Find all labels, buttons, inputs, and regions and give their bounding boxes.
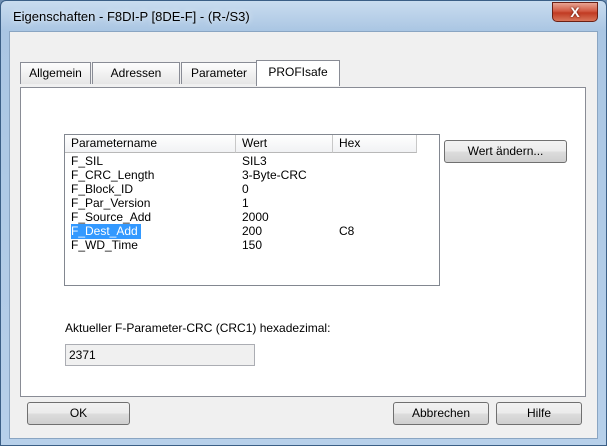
button-label: Hilfe [526, 406, 551, 420]
table-row[interactable]: F_Block_ID 0 [65, 182, 439, 197]
table-row[interactable]: F_SIL SIL3 [65, 154, 439, 169]
row-value: 2000 [242, 210, 269, 224]
row-name: F_SIL [71, 154, 104, 168]
crc-value-field: 2371 [65, 344, 255, 366]
tab-parameter[interactable]: Parameter [181, 62, 257, 84]
table-row-selected[interactable]: F_Dest_Add 200 C8 [65, 224, 439, 239]
row-value: 200 [242, 224, 263, 238]
cancel-button[interactable]: Abbrechen [393, 402, 489, 425]
row-hex: C8 [339, 224, 355, 238]
tab-profisafe[interactable]: PROFIsafe [256, 60, 340, 86]
window-title: Eigenschaften - F8DI-P [8DE-F] - (R-/S3) [13, 9, 250, 24]
parameter-list[interactable]: Parametername Wert Hex F_SIL SIL3 F_CRC_… [64, 134, 440, 286]
row-name: F_Dest_Add [71, 224, 138, 238]
tab-label: Allgemein [29, 66, 82, 80]
column-header-name[interactable]: Parametername [65, 135, 236, 153]
row-value: 150 [242, 238, 263, 252]
tab-label: Adressen [110, 66, 162, 80]
crc-label: Aktueller F-Parameter-CRC (CRC1) hexadez… [65, 321, 331, 335]
ok-button[interactable]: OK [27, 402, 130, 425]
table-row[interactable]: F_Source_Add 2000 [65, 210, 439, 225]
button-label: Wert ändern... [467, 144, 544, 158]
row-value: SIL3 [242, 154, 267, 168]
column-header-label: Parametername [71, 136, 158, 150]
column-header-label: Hex [339, 136, 361, 150]
table-row[interactable]: F_WD_Time 150 [65, 238, 439, 253]
row-name: F_Source_Add [71, 210, 152, 224]
button-label: OK [69, 406, 88, 420]
column-header-label: Wert [242, 136, 268, 150]
button-label: Abbrechen [411, 406, 471, 420]
close-button[interactable]: X [552, 2, 598, 22]
dialog-client-area: Allgemein Adressen Parameter PROFIsafe P… [9, 31, 598, 439]
table-row[interactable]: F_CRC_Length 3-Byte-CRC [65, 168, 439, 183]
help-button[interactable]: Hilfe [496, 402, 582, 425]
row-name: F_Par_Version [71, 196, 151, 210]
row-value: 1 [242, 196, 249, 210]
column-header-hex[interactable]: Hex [333, 135, 417, 153]
properties-dialog: Eigenschaften - F8DI-P [8DE-F] - (R-/S3)… [0, 0, 607, 446]
parameter-list-header: Parametername Wert Hex [65, 135, 439, 153]
tab-adressen[interactable]: Adressen [92, 62, 180, 84]
title-bar[interactable]: Eigenschaften - F8DI-P [8DE-F] - (R-/S3)… [1, 1, 606, 31]
row-name: F_WD_Time [71, 238, 138, 252]
change-value-button[interactable]: Wert ändern... [444, 140, 567, 163]
row-value: 3-Byte-CRC [242, 168, 307, 182]
crc-value: 2371 [69, 348, 96, 362]
row-name: F_CRC_Length [71, 168, 155, 182]
tab-label: Parameter [190, 66, 248, 80]
profisafe-tab-panel: Parametername Wert Hex F_SIL SIL3 F_CRC_… [20, 87, 586, 397]
row-name: F_Block_ID [71, 182, 134, 196]
close-icon: X [570, 4, 580, 20]
table-row[interactable]: F_Par_Version 1 [65, 196, 439, 211]
tab-allgemein[interactable]: Allgemein [20, 62, 91, 84]
row-value: 0 [242, 182, 249, 196]
column-header-value[interactable]: Wert [236, 135, 333, 153]
tab-label: PROFIsafe [268, 65, 328, 79]
